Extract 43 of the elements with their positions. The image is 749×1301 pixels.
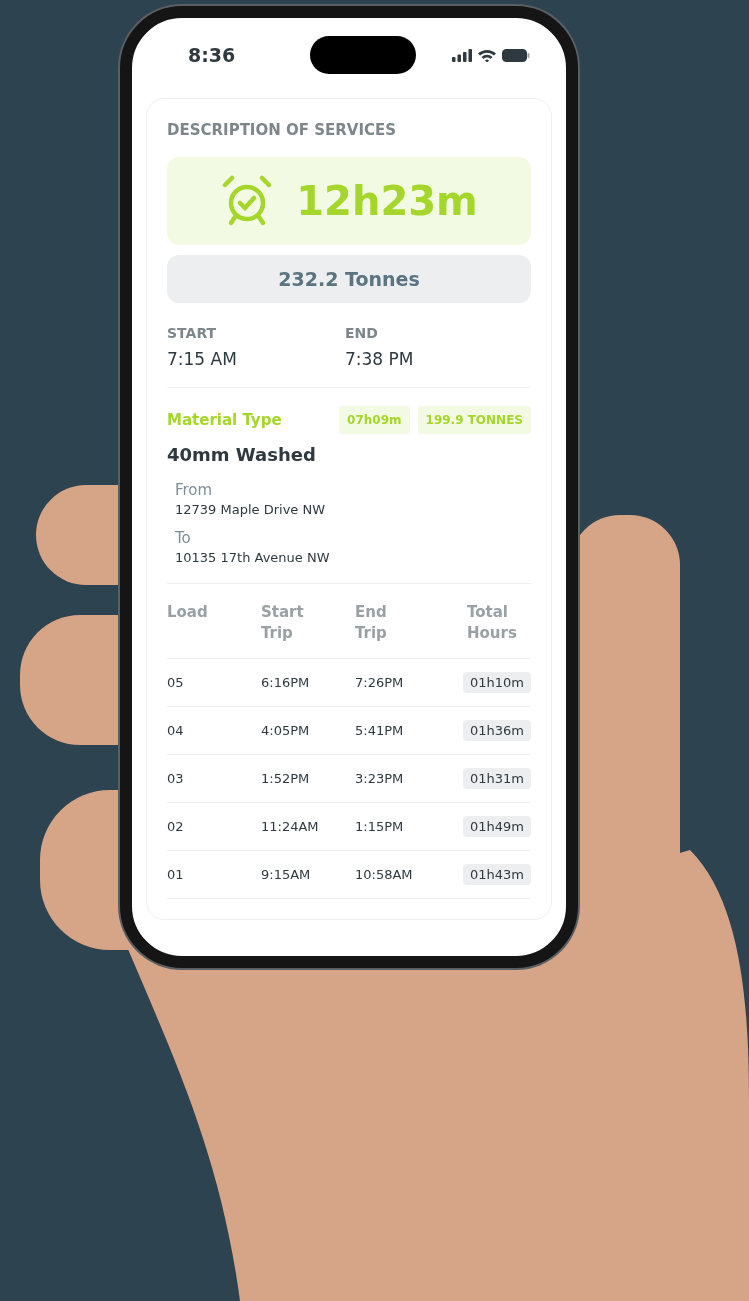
table-cell-text: 04 — [167, 723, 185, 738]
material-name: 40mm Washed — [167, 444, 317, 465]
status-time: 8:36 — [188, 44, 236, 66]
table-cell-text: 6:16PM — [261, 675, 311, 690]
table-cell-text: 9:15AM — [261, 867, 312, 882]
table-cell-text: 1:52PM — [261, 771, 311, 786]
table-cell-text: 3:23PM — [355, 771, 405, 786]
section-title: DESCRIPTION OF SERVICES — [167, 121, 398, 139]
table-cell-text: 01 — [167, 867, 185, 882]
table-cell-text: 5:41PM — [355, 723, 405, 738]
column-header: Start Trip — [261, 602, 305, 644]
route-label: To — [175, 529, 192, 547]
material-badge: 199.9 TONNES — [417, 406, 531, 434]
route-address: 10135 17th Avenue NW — [175, 550, 331, 565]
column-header: Load — [167, 602, 209, 623]
hours-badge: 01h49m — [463, 816, 531, 837]
duration-value: 12h23m — [296, 178, 478, 224]
total-weight: 232.2 Tonnes — [167, 255, 531, 303]
wifi-icon — [478, 48, 496, 62]
route-label: From — [175, 481, 214, 499]
time-value: 7:15 AM — [167, 349, 238, 369]
time-label: START — [167, 325, 218, 341]
hours-badge: 01h10m — [463, 672, 531, 693]
signal-icon — [452, 48, 472, 62]
table-cell-text: 10:58AM — [355, 867, 414, 882]
material-label: Material Type — [167, 411, 283, 429]
material-badge: 07h09m — [339, 406, 410, 434]
time-label: END — [345, 325, 379, 341]
table-cell-text: 02 — [167, 819, 185, 834]
column-header: End Trip — [355, 602, 388, 644]
column-header: Total Hours — [467, 602, 518, 644]
table-cell-text: 1:15PM — [355, 819, 405, 834]
hours-badge: 01h31m — [463, 768, 531, 789]
route-address: 12739 Maple Drive NW — [175, 502, 327, 517]
table-cell-text: 03 — [167, 771, 185, 786]
table-cell-text: 7:26PM — [355, 675, 405, 690]
battery-icon — [502, 48, 530, 62]
table-cell-text: 05 — [167, 675, 185, 690]
hours-badge: 01h36m — [463, 720, 531, 741]
hours-badge: 01h43m — [463, 864, 531, 885]
table-cell-text: 11:24AM — [261, 819, 320, 834]
table-cell-text: 4:05PM — [261, 723, 311, 738]
time-value: 7:38 PM — [345, 349, 415, 369]
